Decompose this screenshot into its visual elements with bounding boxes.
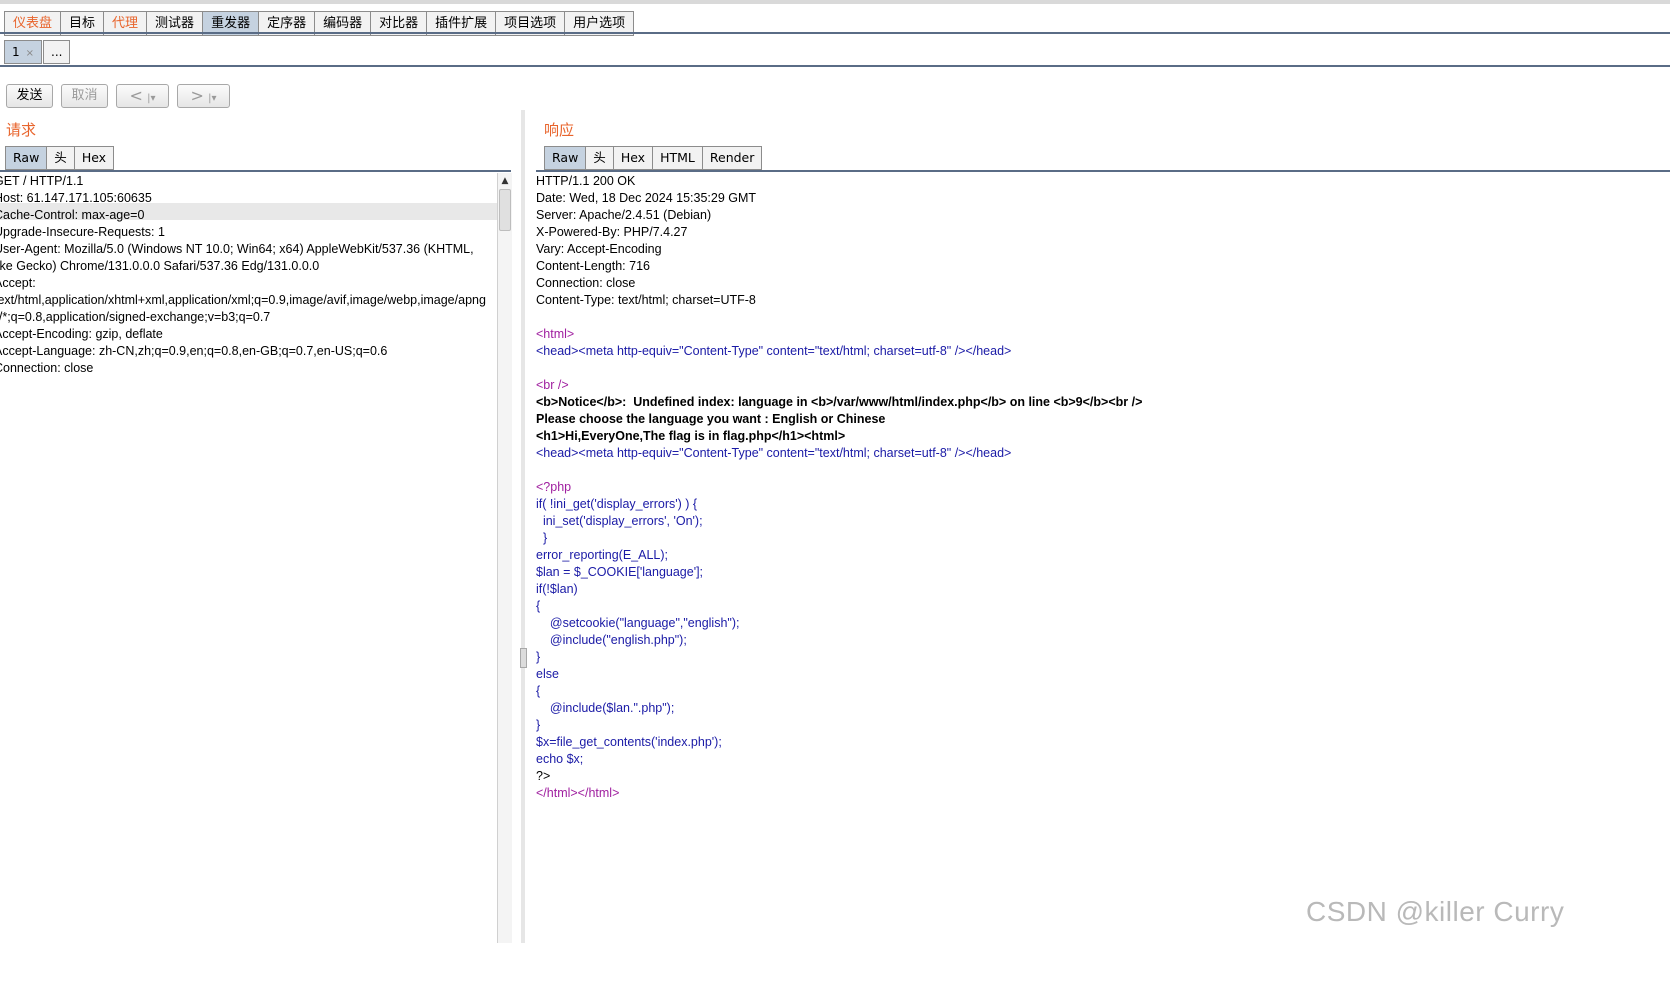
- repeater-subtabs: 1 × ...: [4, 40, 71, 64]
- php-line: @include("english.php");: [536, 633, 687, 647]
- request-line: Accept-Encoding: gzip, deflate: [0, 327, 163, 341]
- request-line: */*;q=0.8,application/signed-exchange;v=…: [0, 310, 271, 324]
- response-header-line: HTTP/1.1 200 OK: [536, 174, 636, 188]
- request-tab-raw[interactable]: Raw: [5, 146, 47, 170]
- php-line: <?php: [536, 480, 572, 494]
- response-tab-render[interactable]: Render: [701, 146, 763, 170]
- request-line: Connection: close: [0, 361, 94, 375]
- php-line: }: [536, 718, 541, 732]
- response-tab-headers[interactable]: 头: [585, 146, 613, 170]
- request-line: Host: 61.147.171.105:60635: [0, 191, 152, 205]
- php-line: }: [536, 650, 541, 664]
- response-body-line: Please choose the language you want : En…: [536, 412, 886, 426]
- php-line: }: [536, 531, 548, 545]
- request-line: Accept:: [0, 276, 36, 290]
- php-line: @setcookie("language","english");: [536, 616, 740, 630]
- response-editor[interactable]: HTTP/1.1 200 OK Date: Wed, 18 Dec 2024 1…: [536, 173, 1666, 943]
- request-line: like Gecko) Chrome/131.0.0.0 Safari/537.…: [0, 259, 320, 273]
- subtab-rule: [0, 65, 1670, 67]
- response-view-tabs: Raw 头 Hex HTML Render: [544, 146, 763, 170]
- response-header-line: Content-Type: text/html; charset=UTF-8: [536, 293, 756, 307]
- response-body-line: <head><meta http-equiv="Content-Type" co…: [536, 446, 1012, 460]
- send-button[interactable]: 发送: [6, 84, 53, 108]
- request-editor[interactable]: GET / HTTP/1.1 Host: 61.147.171.105:6063…: [0, 173, 497, 943]
- forward-button[interactable]: > |▾: [177, 84, 230, 108]
- close-icon[interactable]: ×: [26, 48, 34, 59]
- response-header-line: Server: Apache/2.4.51 (Debian): [536, 208, 712, 222]
- php-line: else: [536, 667, 559, 681]
- repeater-tab-new[interactable]: ...: [43, 40, 71, 64]
- request-line: Upgrade-Insecure-Requests: 1: [0, 225, 165, 239]
- php-line: ini_set('display_errors', 'On');: [536, 514, 703, 528]
- php-line: if( !ini_get('display_errors') ) {: [536, 497, 698, 511]
- back-button[interactable]: < |▾: [116, 84, 169, 108]
- response-header-line: X-Powered-By: PHP/7.4.27: [536, 225, 688, 239]
- response-body-line: <h1>Hi,EveryOne,The flag is in flag.php<…: [536, 429, 846, 443]
- repeater-tab-1[interactable]: 1 ×: [4, 40, 43, 64]
- response-body-line: <head><meta http-equiv="Content-Type" co…: [536, 344, 1012, 358]
- request-title: 请求: [6, 121, 37, 139]
- back-arrow-icon: <: [129, 86, 143, 105]
- php-line: </html></html>: [536, 786, 620, 800]
- request-line: GET / HTTP/1.1: [0, 174, 84, 188]
- response-body-line: <br />: [536, 378, 569, 392]
- panel-divider[interactable]: [521, 110, 525, 943]
- response-header-line: Content-Length: 716: [536, 259, 650, 273]
- request-line: Accept-Language: zh-CN,zh;q=0.9,en;q=0.8…: [0, 344, 388, 358]
- php-line: @include($lan.".php");: [536, 701, 675, 715]
- request-tab-headers[interactable]: 头: [46, 146, 74, 170]
- scroll-up-arrow-icon[interactable]: ▲: [498, 173, 512, 189]
- php-line: {: [536, 684, 541, 698]
- divider-grip-icon[interactable]: [520, 648, 527, 668]
- response-title: 响应: [544, 121, 575, 139]
- response-header-line: Connection: close: [536, 276, 636, 290]
- response-tab-html[interactable]: HTML: [652, 146, 702, 170]
- response-tab-hex[interactable]: Hex: [612, 146, 653, 170]
- request-tab-hex[interactable]: Hex: [73, 146, 115, 170]
- forward-arrow-icon: >: [190, 86, 204, 105]
- top-tab-rule: [0, 32, 1670, 34]
- request-view-tabs: Raw 头 Hex: [5, 146, 115, 170]
- php-line: $x=file_get_contents('index.php');: [536, 735, 722, 749]
- repeater-tab-1-label: 1: [12, 45, 20, 59]
- cancel-button[interactable]: 取消: [61, 84, 108, 108]
- response-tab-raw[interactable]: Raw: [544, 146, 586, 170]
- php-line: if(!$lan): [536, 582, 578, 596]
- request-scrollbar[interactable]: ▲: [497, 173, 512, 943]
- php-line: echo $x;: [536, 752, 584, 766]
- php-line: $lan = $_COOKIE['language'];: [536, 565, 704, 579]
- request-tab-rule: [0, 170, 511, 172]
- php-line: error_reporting(E_ALL);: [536, 548, 669, 562]
- response-tab-rule: [536, 170, 1670, 172]
- response-body-line: <html>: [536, 327, 575, 341]
- request-line: User-Agent: Mozilla/5.0 (Windows NT 10.0…: [0, 242, 474, 256]
- request-scroll-thumb[interactable]: [499, 189, 511, 231]
- php-line: {: [536, 599, 541, 613]
- watermark: CSDN @killer Curry: [1306, 896, 1565, 927]
- forward-menu-icon[interactable]: |▾: [208, 93, 216, 104]
- response-header-line: Date: Wed, 18 Dec 2024 15:35:29 GMT: [536, 191, 757, 205]
- top-tab-bar: 仪表盘 目标 代理 测试器 重发器 定序器 编码器 对比器 插件扩展 项目选项 …: [0, 0, 1670, 36]
- request-line: text/html,application/xhtml+xml,applicat…: [0, 293, 486, 307]
- response-header-line: Vary: Accept-Encoding: [536, 242, 662, 256]
- back-menu-icon[interactable]: |▾: [147, 93, 155, 104]
- response-body-line: <b>Notice</b>: Undefined index: language…: [536, 395, 1143, 409]
- request-line: Cache-Control: max-age=0: [0, 208, 145, 222]
- php-line: ?>: [536, 769, 551, 783]
